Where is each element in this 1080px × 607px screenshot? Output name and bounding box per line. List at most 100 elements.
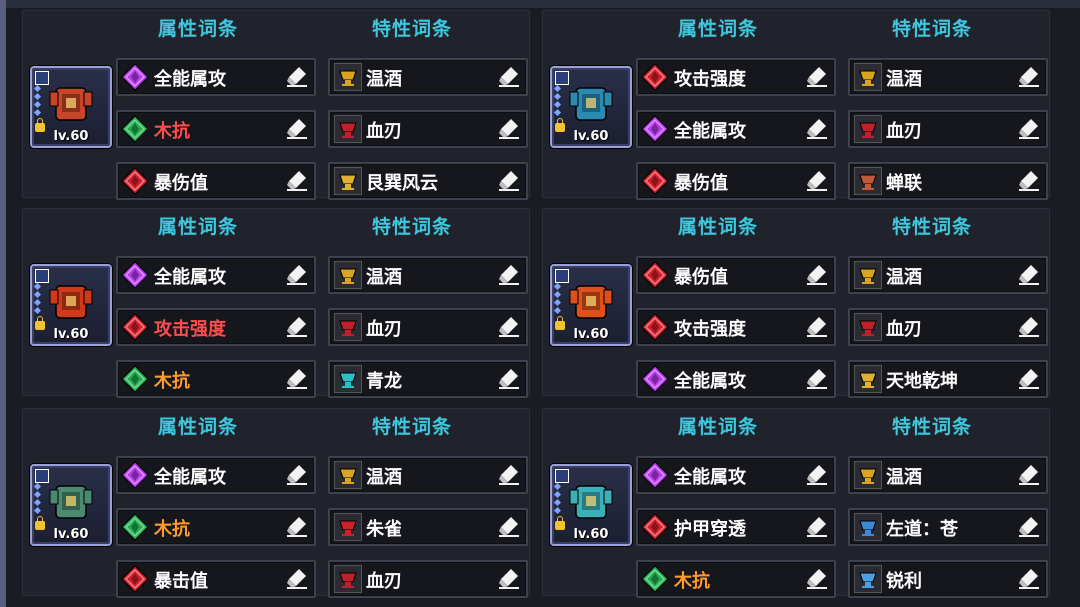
trait-label: 温酒 (886, 69, 922, 90)
eraser-icon[interactable] (806, 367, 828, 389)
attr-slot[interactable]: 攻击强度 (636, 308, 836, 346)
eraser-icon[interactable] (806, 169, 828, 191)
armor-fire-icon (48, 280, 94, 324)
winged-gem-icon (48, 480, 94, 524)
eraser-icon[interactable] (498, 169, 520, 191)
left-frame (0, 0, 6, 607)
gear-portrait[interactable]: lv.60 (30, 264, 112, 346)
eraser-icon[interactable] (498, 263, 520, 285)
trait-label: 温酒 (366, 69, 402, 90)
eraser-icon[interactable] (286, 567, 308, 589)
eraser-icon[interactable] (1018, 567, 1040, 589)
attr-slot[interactable]: 全能属攻 (116, 456, 316, 494)
gear-portrait[interactable]: lv.60 (550, 66, 632, 148)
azure-dragon-icon (334, 365, 362, 393)
eraser-icon[interactable] (806, 463, 828, 485)
trait-slot[interactable]: 左道：苍 (848, 508, 1048, 546)
attr-slot[interactable]: 全能属攻 (636, 110, 836, 148)
trait-slot[interactable]: 朱雀 (328, 508, 528, 546)
gear-portrait[interactable]: lv.60 (30, 464, 112, 546)
eraser-icon[interactable] (1018, 65, 1040, 87)
attr-slot[interactable]: 暴伤值 (636, 256, 836, 294)
attr-slot[interactable]: 木抗 (116, 508, 316, 546)
eraser-icon[interactable] (286, 263, 308, 285)
trait-slot[interactable]: 血刃 (328, 560, 528, 598)
star-gems (553, 282, 562, 316)
eraser-icon[interactable] (286, 463, 308, 485)
trait-slot[interactable]: 血刃 (848, 308, 1048, 346)
eraser-icon[interactable] (1018, 367, 1040, 389)
trait-slot[interactable]: 温酒 (848, 456, 1048, 494)
attr-label: 攻击强度 (674, 69, 746, 90)
attr-slot[interactable]: 全能属攻 (116, 256, 316, 294)
attr-slot[interactable]: 木抗 (636, 560, 836, 598)
trait-header: 特性词条 (371, 216, 452, 238)
eraser-icon[interactable] (498, 315, 520, 337)
eraser-icon[interactable] (1018, 169, 1040, 191)
wine-cup-icon (854, 63, 882, 91)
eraser-icon[interactable] (1018, 117, 1040, 139)
attr-slot[interactable]: 木抗 (116, 360, 316, 398)
gear-level: lv.60 (53, 129, 89, 144)
eraser-icon[interactable] (1018, 463, 1040, 485)
attr-slot[interactable]: 全能属攻 (636, 456, 836, 494)
gear-portrait[interactable]: lv.60 (550, 264, 632, 346)
trait-slot[interactable]: 温酒 (328, 456, 528, 494)
trait-header: 特性词条 (891, 216, 972, 238)
trait-slot[interactable]: 艮巽风云 (328, 162, 528, 200)
trait-header: 特性词条 (371, 416, 452, 438)
trait-label: 左道：苍 (886, 519, 958, 540)
attr-slot[interactable]: 全能属攻 (636, 360, 836, 398)
trait-slot[interactable]: 锐利 (848, 560, 1048, 598)
eraser-icon[interactable] (498, 117, 520, 139)
eraser-icon[interactable] (1018, 315, 1040, 337)
trait-slot[interactable]: 温酒 (328, 256, 528, 294)
eraser-icon[interactable] (286, 169, 308, 191)
trait-slot[interactable]: 温酒 (328, 58, 528, 96)
eraser-icon[interactable] (286, 515, 308, 537)
trait-slot[interactable]: 天地乾坤 (848, 360, 1048, 398)
equipment-panel: 属性词条 特性词条 lv.60 全能属攻 护甲穿透 木抗 温酒 左道：苍 锐利 (542, 408, 1050, 598)
attr-label: 木抗 (154, 519, 190, 540)
attr-header: 属性词条 (677, 216, 758, 238)
attr-slot[interactable]: 木抗 (116, 110, 316, 148)
trait-slot[interactable]: 血刃 (848, 110, 1048, 148)
eraser-icon[interactable] (498, 463, 520, 485)
eraser-icon[interactable] (806, 515, 828, 537)
eraser-icon[interactable] (1018, 263, 1040, 285)
eraser-icon[interactable] (498, 65, 520, 87)
gear-portrait[interactable]: lv.60 (30, 66, 112, 148)
top-frame (0, 0, 1080, 8)
eraser-icon[interactable] (806, 315, 828, 337)
attr-slot[interactable]: 攻击强度 (116, 308, 316, 346)
trait-header: 特性词条 (371, 18, 452, 40)
eraser-icon[interactable] (286, 65, 308, 87)
eraser-icon[interactable] (286, 367, 308, 389)
attr-slot[interactable]: 暴伤值 (116, 162, 316, 200)
eraser-icon[interactable] (806, 567, 828, 589)
trait-slot[interactable]: 青龙 (328, 360, 528, 398)
trait-slot[interactable]: 蝉联 (848, 162, 1048, 200)
attr-slot[interactable]: 暴伤值 (636, 162, 836, 200)
eraser-icon[interactable] (498, 515, 520, 537)
attr-slot[interactable]: 全能属攻 (116, 58, 316, 96)
eraser-icon[interactable] (806, 65, 828, 87)
eraser-icon[interactable] (806, 117, 828, 139)
trait-slot[interactable]: 温酒 (848, 256, 1048, 294)
trait-label: 血刃 (366, 319, 402, 340)
eraser-icon[interactable] (498, 567, 520, 589)
blood-blade-icon (854, 313, 882, 341)
trait-slot[interactable]: 血刃 (328, 308, 528, 346)
eraser-icon[interactable] (498, 367, 520, 389)
eraser-icon[interactable] (286, 315, 308, 337)
attr-slot[interactable]: 护甲穿透 (636, 508, 836, 546)
red-gem-icon (641, 63, 669, 91)
attr-slot[interactable]: 攻击强度 (636, 58, 836, 96)
gear-portrait[interactable]: lv.60 (550, 464, 632, 546)
trait-slot[interactable]: 温酒 (848, 58, 1048, 96)
eraser-icon[interactable] (286, 117, 308, 139)
eraser-icon[interactable] (1018, 515, 1040, 537)
eraser-icon[interactable] (806, 263, 828, 285)
trait-slot[interactable]: 血刃 (328, 110, 528, 148)
attr-slot[interactable]: 暴击值 (116, 560, 316, 598)
